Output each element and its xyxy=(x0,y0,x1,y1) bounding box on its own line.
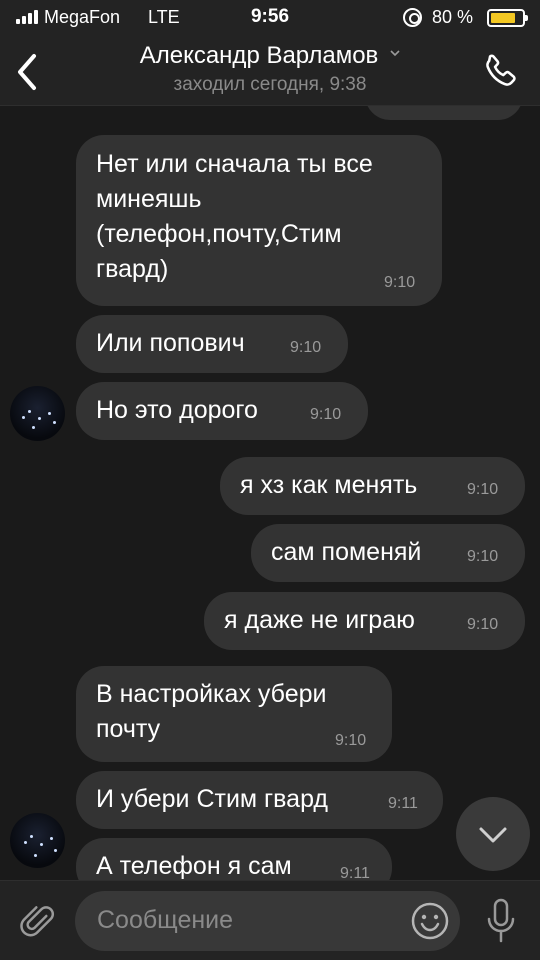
message-text: А телефон я сам xyxy=(96,852,292,880)
chat-header: MegaFon LTE 9:56 80 % Александр Варламов… xyxy=(0,0,540,106)
scroll-down-icon xyxy=(479,827,507,843)
phone-icon xyxy=(486,54,516,86)
message-time: 9:10 xyxy=(467,548,499,565)
message-list[interactable]: Нет или сначала ты все минеяшь (телефон,… xyxy=(0,106,540,880)
message-time: 9:10 xyxy=(290,339,322,356)
message-bubble[interactable]: сам поменяй 9:10 xyxy=(251,524,525,582)
message-time: 9:10 xyxy=(310,406,342,423)
message-text: В настройках убери xyxy=(96,680,327,708)
battery-icon xyxy=(487,9,528,27)
message-time: 9:10 xyxy=(384,274,416,291)
message-time: 9:10 xyxy=(467,481,499,498)
message-text: (телефон,почту,Стим xyxy=(96,220,342,248)
attach-button[interactable] xyxy=(18,899,58,943)
contact-name: Александр Варламов xyxy=(139,42,379,69)
avatar[interactable] xyxy=(10,813,65,868)
message-text: минеяшь xyxy=(96,185,202,213)
emoji-icon xyxy=(411,902,449,940)
message-text: почту xyxy=(96,715,161,743)
composer: Сообщение xyxy=(0,880,540,960)
message-bubble[interactable]: я хз как менять 9:10 xyxy=(220,457,525,515)
chat-title-area[interactable]: Александр Варламов заходил сегодня, 9:38 xyxy=(0,42,540,96)
message-bubble[interactable]: Нет или сначала ты все минеяшь (телефон,… xyxy=(76,135,442,306)
message-bubble[interactable]: Или попович 9:10 xyxy=(76,315,348,373)
mic-icon xyxy=(487,898,515,943)
message-text: Или попович xyxy=(96,329,245,357)
message-bubble[interactable]: Но это дорого 9:10 xyxy=(76,382,368,440)
message-bubble[interactable]: И убери Стим гвард 9:11 xyxy=(76,771,443,829)
orientation-lock-icon xyxy=(403,8,422,27)
message-input[interactable]: Сообщение xyxy=(75,891,460,951)
message-bubble-partial xyxy=(365,106,523,120)
message-time: 9:10 xyxy=(335,732,367,749)
message-text: И убери Стим гвард xyxy=(96,785,328,813)
message-text: я даже не играю xyxy=(224,606,415,634)
emoji-button[interactable] xyxy=(410,901,450,941)
message-time: 9:11 xyxy=(388,795,418,812)
message-time: 9:11 xyxy=(340,865,370,880)
scroll-down-button[interactable] xyxy=(456,797,530,871)
message-bubble[interactable]: я даже не играю 9:10 xyxy=(204,592,525,650)
message-text: я хз как менять xyxy=(240,471,418,499)
call-button[interactable] xyxy=(478,50,522,94)
message-text: Но это дорого xyxy=(96,396,258,424)
chevron-down-icon xyxy=(390,50,400,57)
message-bubble[interactable]: В настройках убери почту 9:10 xyxy=(76,666,392,762)
attach-icon xyxy=(20,906,54,937)
message-text: гвард) xyxy=(96,255,169,283)
message-time: 9:10 xyxy=(467,616,499,633)
avatar[interactable] xyxy=(10,386,65,441)
message-bubble[interactable]: А телефон я сам 9:11 xyxy=(76,838,392,880)
message-input-placeholder: Сообщение xyxy=(97,906,234,934)
voice-button[interactable] xyxy=(484,897,518,945)
battery-percent: 80 % xyxy=(432,7,474,27)
battery-level xyxy=(491,13,515,23)
message-text: Нет или сначала ты все xyxy=(96,150,373,178)
status-bar: MegaFon LTE 9:56 80 % xyxy=(0,6,540,30)
last-seen: заходил сегодня, 9:38 xyxy=(173,74,367,95)
message-text: сам поменяй xyxy=(271,538,422,566)
